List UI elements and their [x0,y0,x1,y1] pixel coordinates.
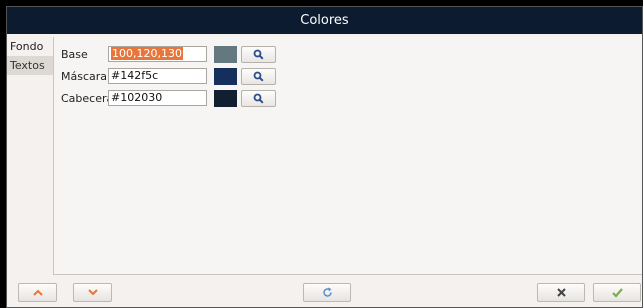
cabecera-label: Cabecera [61,91,114,105]
close-icon [556,288,566,297]
base-color-swatch [214,45,237,63]
base-label: Base [61,47,88,61]
check-icon [611,287,623,298]
mascara-color-input[interactable]: #142f5c [108,68,207,84]
search-icon [253,49,264,60]
base-color-input[interactable]: 100,120,130 [108,46,207,62]
mascara-color-swatch [214,67,237,85]
chevron-down-icon [87,289,98,296]
base-color-value: 100,120,130 [111,47,183,60]
tab-list: Fondo Textos [7,37,53,75]
bottom-toolbar [7,275,642,307]
mascara-label: Máscara [61,69,108,83]
color-row-mascara: Máscara #142f5c [54,67,642,85]
colors-panel: Base 100,120,130 Máscara #142f5c Cabecer… [53,37,642,275]
color-row-cabecera: Cabecera #102030 [54,89,642,107]
refresh-icon [322,287,332,297]
mascara-pick-button[interactable] [241,67,276,85]
color-row-base: Base 100,120,130 [54,45,642,63]
title-bar: Colores [7,7,642,34]
cabecera-color-swatch [214,89,237,107]
cabecera-pick-button[interactable] [241,89,276,107]
cabecera-color-input[interactable]: #102030 [108,90,207,106]
search-icon [253,93,264,104]
move-up-button[interactable] [18,283,57,302]
move-down-button[interactable] [73,283,112,302]
tab-fondo[interactable]: Fondo [7,37,53,56]
window-title: Colores [300,13,349,28]
colors-dialog: Colores Fondo Textos Base 100,120,130 Má… [6,6,643,308]
chevron-up-icon [32,289,43,296]
base-pick-button[interactable] [241,45,276,63]
cancel-button[interactable] [537,283,585,302]
search-icon [253,71,264,82]
tab-textos[interactable]: Textos [7,56,53,75]
refresh-button[interactable] [303,283,351,302]
ok-button[interactable] [593,283,641,302]
